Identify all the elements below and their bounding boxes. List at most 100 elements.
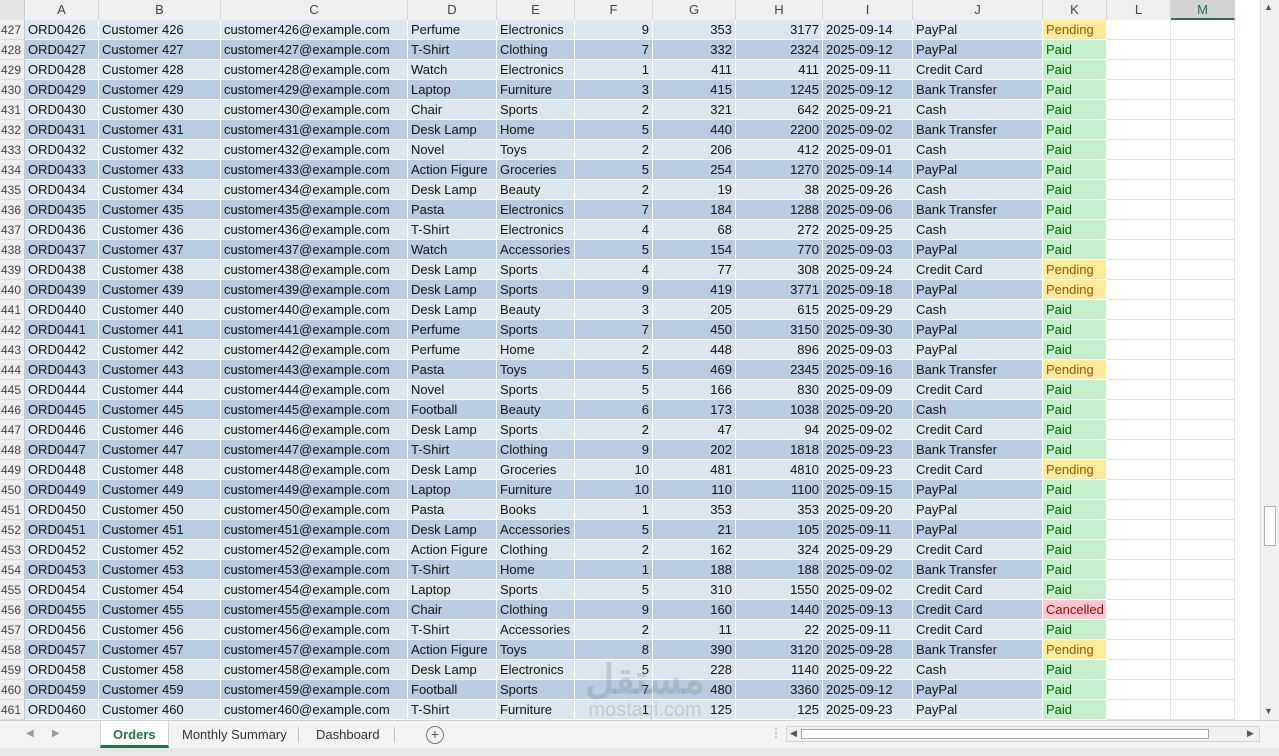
cell-id[interactable]: ORD0436 bbox=[25, 220, 99, 240]
row-header[interactable]: 449 bbox=[0, 460, 25, 480]
cell-qty[interactable]: 9 bbox=[575, 440, 653, 460]
cell-customer[interactable]: Customer 448 bbox=[99, 460, 221, 480]
cell-category[interactable]: Electronics bbox=[497, 60, 575, 80]
cell-category[interactable]: Sports bbox=[497, 280, 575, 300]
cell-empty[interactable] bbox=[1107, 80, 1171, 100]
cell-id[interactable]: ORD0442 bbox=[25, 340, 99, 360]
cell-category[interactable]: Sports bbox=[497, 260, 575, 280]
cell-empty[interactable] bbox=[1171, 320, 1235, 340]
cell-email[interactable]: customer428@example.com bbox=[221, 60, 408, 80]
cell-id[interactable]: ORD0453 bbox=[25, 560, 99, 580]
cell-qty[interactable]: 10 bbox=[575, 480, 653, 500]
cell-customer[interactable]: Customer 446 bbox=[99, 420, 221, 440]
cell-qty[interactable]: 9 bbox=[575, 20, 653, 40]
cell-price[interactable]: 415 bbox=[653, 80, 736, 100]
cell-total[interactable]: 2324 bbox=[736, 40, 823, 60]
horizontal-scroll-thumb[interactable] bbox=[801, 729, 1209, 739]
cell-date[interactable]: 2025-09-22 bbox=[823, 660, 913, 680]
column-header-j[interactable]: J bbox=[913, 0, 1043, 20]
cell-payment[interactable]: PayPal bbox=[913, 160, 1043, 180]
row-header[interactable]: 453 bbox=[0, 540, 25, 560]
cell-customer[interactable]: Customer 450 bbox=[99, 500, 221, 520]
cell-payment[interactable]: Credit Card bbox=[913, 460, 1043, 480]
cell-empty[interactable] bbox=[1171, 440, 1235, 460]
cell-status[interactable]: Paid bbox=[1043, 320, 1107, 340]
cell-total[interactable]: 188 bbox=[736, 560, 823, 580]
cell-payment[interactable]: PayPal bbox=[913, 240, 1043, 260]
cell-id[interactable]: ORD0449 bbox=[25, 480, 99, 500]
column-header-d[interactable]: D bbox=[408, 0, 497, 20]
cell-date[interactable]: 2025-09-14 bbox=[823, 20, 913, 40]
cell-empty[interactable] bbox=[1171, 200, 1235, 220]
row-header[interactable]: 440 bbox=[0, 280, 25, 300]
cell-date[interactable]: 2025-09-14 bbox=[823, 160, 913, 180]
cell-total[interactable]: 3150 bbox=[736, 320, 823, 340]
cell-product[interactable]: Pasta bbox=[408, 500, 497, 520]
cell-email[interactable]: customer430@example.com bbox=[221, 100, 408, 120]
cell-empty[interactable] bbox=[1171, 20, 1235, 40]
cell-email[interactable]: customer438@example.com bbox=[221, 260, 408, 280]
cell-status[interactable]: Cancelled bbox=[1043, 600, 1107, 620]
cell-email[interactable]: customer455@example.com bbox=[221, 600, 408, 620]
cell-qty[interactable]: 2 bbox=[575, 540, 653, 560]
cell-product[interactable]: Football bbox=[408, 400, 497, 420]
scroll-down-icon[interactable]: ▼ bbox=[1264, 706, 1273, 716]
cell-payment[interactable]: Cash bbox=[913, 180, 1043, 200]
cell-price[interactable]: 19 bbox=[653, 180, 736, 200]
cell-status[interactable]: Paid bbox=[1043, 420, 1107, 440]
cell-price[interactable]: 448 bbox=[653, 340, 736, 360]
cell-total[interactable]: 38 bbox=[736, 180, 823, 200]
cell-price[interactable]: 411 bbox=[653, 60, 736, 80]
cell-empty[interactable] bbox=[1107, 420, 1171, 440]
cell-price[interactable]: 321 bbox=[653, 100, 736, 120]
tab-orders[interactable]: Orders bbox=[100, 721, 169, 748]
cell-empty[interactable] bbox=[1107, 140, 1171, 160]
cell-empty[interactable] bbox=[1107, 560, 1171, 580]
cell-id[interactable]: ORD0452 bbox=[25, 540, 99, 560]
cell-payment[interactable]: Credit Card bbox=[913, 380, 1043, 400]
row-header[interactable]: 429 bbox=[0, 60, 25, 80]
cell-date[interactable]: 2025-09-15 bbox=[823, 480, 913, 500]
cell-empty[interactable] bbox=[1171, 220, 1235, 240]
cell-status[interactable]: Paid bbox=[1043, 620, 1107, 640]
row-header[interactable]: 446 bbox=[0, 400, 25, 420]
cell-empty[interactable] bbox=[1107, 400, 1171, 420]
cell-empty[interactable] bbox=[1107, 360, 1171, 380]
cell-payment[interactable]: PayPal bbox=[913, 500, 1043, 520]
cell-total[interactable]: 1140 bbox=[736, 660, 823, 680]
cell-category[interactable]: Beauty bbox=[497, 300, 575, 320]
cell-qty[interactable]: 7 bbox=[575, 680, 653, 700]
cell-empty[interactable] bbox=[1107, 260, 1171, 280]
cell-id[interactable]: ORD0456 bbox=[25, 620, 99, 640]
cell-category[interactable]: Groceries bbox=[497, 160, 575, 180]
row-header[interactable]: 450 bbox=[0, 480, 25, 500]
cell-customer[interactable]: Customer 440 bbox=[99, 300, 221, 320]
cell-price[interactable]: 68 bbox=[653, 220, 736, 240]
cell-email[interactable]: customer456@example.com bbox=[221, 620, 408, 640]
cell-product[interactable]: T-Shirt bbox=[408, 700, 497, 720]
cell-category[interactable]: Furniture bbox=[497, 480, 575, 500]
cell-empty[interactable] bbox=[1171, 500, 1235, 520]
cell-qty[interactable]: 5 bbox=[575, 580, 653, 600]
cell-product[interactable]: Football bbox=[408, 680, 497, 700]
cell-total[interactable]: 642 bbox=[736, 100, 823, 120]
cell-total[interactable]: 412 bbox=[736, 140, 823, 160]
column-header-e[interactable]: E bbox=[497, 0, 575, 20]
cell-id[interactable]: ORD0458 bbox=[25, 660, 99, 680]
cell-category[interactable]: Clothing bbox=[497, 440, 575, 460]
cell-status[interactable]: Paid bbox=[1043, 660, 1107, 680]
row-header[interactable]: 444 bbox=[0, 360, 25, 380]
cell-id[interactable]: ORD0445 bbox=[25, 400, 99, 420]
cell-date[interactable]: 2025-09-20 bbox=[823, 500, 913, 520]
cell-id[interactable]: ORD0427 bbox=[25, 40, 99, 60]
cell-date[interactable]: 2025-09-02 bbox=[823, 580, 913, 600]
cell-price[interactable]: 47 bbox=[653, 420, 736, 440]
cell-customer[interactable]: Customer 454 bbox=[99, 580, 221, 600]
cell-price[interactable]: 353 bbox=[653, 20, 736, 40]
cell-email[interactable]: customer432@example.com bbox=[221, 140, 408, 160]
cell-product[interactable]: Laptop bbox=[408, 480, 497, 500]
cell-id[interactable]: ORD0438 bbox=[25, 260, 99, 280]
cell-product[interactable]: Chair bbox=[408, 600, 497, 620]
cell-total[interactable]: 2200 bbox=[736, 120, 823, 140]
add-sheet-icon[interactable]: + bbox=[426, 726, 444, 744]
